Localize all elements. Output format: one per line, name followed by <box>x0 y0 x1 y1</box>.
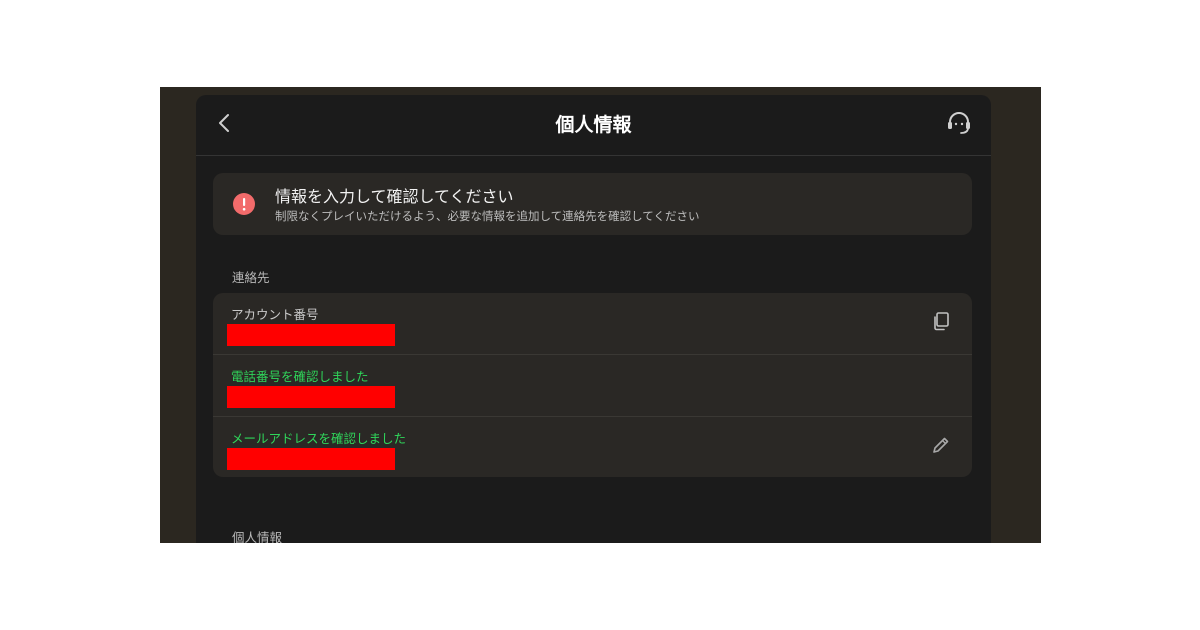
back-button[interactable] <box>212 111 236 139</box>
copy-button[interactable] <box>929 311 953 335</box>
phone-verified-label: 電話番号を確認しました <box>231 369 369 384</box>
header: 個人情報 <box>196 95 991 156</box>
contact-section-label: 連絡先 <box>232 270 270 285</box>
email-row[interactable]: メールアドレスを確認しました <box>213 417 972 478</box>
email-verified-label: メールアドレスを確認しました <box>231 431 407 446</box>
verification-alert: 情報を入力して確認してください 制限なくプレイいただけるよう、必要な情報を追加し… <box>213 173 972 235</box>
phone-row[interactable]: 電話番号を確認しました <box>213 355 972 417</box>
page-title: 個人情報 <box>555 114 632 136</box>
alert-subtitle: 制限なくプレイいただけるよう、必要な情報を追加して連絡先を確認してください <box>275 209 700 223</box>
alert-circle-icon <box>233 193 255 215</box>
redacted-email-address <box>227 448 395 470</box>
support-button[interactable] <box>944 111 974 139</box>
personal-info-panel: 個人情報 情報を入力して確認してください 制限なくプレイいただけるよう、必要な情… <box>196 95 991 543</box>
alert-title: 情報を入力して確認してください <box>275 187 514 206</box>
account-number-label: アカウント番号 <box>231 307 319 322</box>
headset-icon <box>946 111 972 139</box>
chevron-left-icon <box>218 113 230 137</box>
copy-icon <box>931 311 951 335</box>
app-frame: 個人情報 情報を入力して確認してください 制限なくプレイいただけるよう、必要な情… <box>160 87 1041 543</box>
pencil-icon <box>931 435 951 459</box>
contact-card: アカウント番号 電話番号を確認しました メールアドレスを確認しました <box>213 293 972 477</box>
personal-section-label: 個人情報 <box>232 530 283 543</box>
edit-email-button[interactable] <box>929 435 953 459</box>
redacted-account-number <box>227 324 395 346</box>
redacted-phone-number <box>227 386 395 408</box>
account-number-row: アカウント番号 <box>213 293 972 355</box>
